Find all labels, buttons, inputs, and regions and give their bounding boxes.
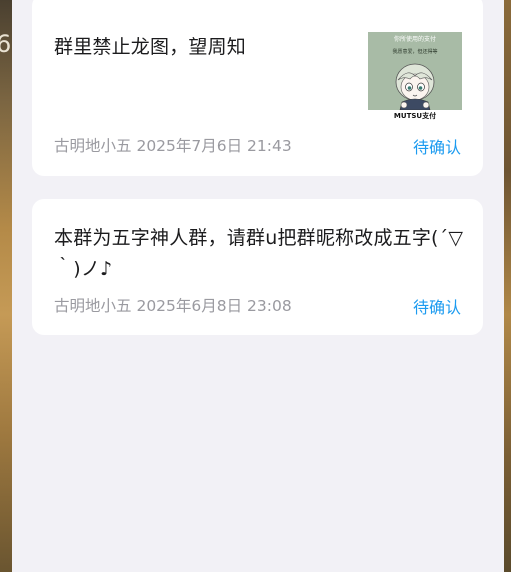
thumbnail-caption: MUTSU支付 — [393, 112, 437, 120]
announcement-card[interactable]: 本群为五字神人群，请群u把群昵称改成五字(´▽｀)ノ♪ 古明地小五 2025年6… — [32, 199, 483, 335]
announcement-meta: 古明地小五 2025年7月6日 21:43 — [54, 134, 292, 156]
announcement-author: 古明地小五 — [54, 137, 132, 155]
announcement-text: 群里禁止龙图，望周知 — [54, 36, 247, 58]
announcement-author: 古明地小五 — [54, 297, 132, 315]
character-illustration-icon — [395, 63, 435, 110]
announcement-card[interactable]: 群里禁止龙图，望周知 你所使用的支付 我愿意爱，但还得等 MUTSU支付 古明地… — [32, 0, 483, 176]
background-right-strip — [504, 0, 511, 572]
announcement-panel: 群里禁止龙图，望周知 你所使用的支付 我愿意爱，但还得等 MUTSU支付 古明地… — [12, 0, 504, 572]
announcement-text: 本群为五字神人群，请群u把群昵称改成五字(´▽｀)ノ♪ — [54, 227, 464, 280]
announcement-datetime: 2025年6月8日 23:08 — [136, 297, 292, 315]
background-left-strip — [0, 0, 12, 572]
background-glyph: 6 — [0, 30, 12, 58]
announcement-thumbnail[interactable]: 你所使用的支付 我愿意爱，但还得等 MUTSU支付 — [367, 32, 463, 122]
thumbnail-image: 你所使用的支付 我愿意爱，但还得等 — [368, 32, 462, 110]
announcement-meta: 古明地小五 2025年6月8日 23:08 — [54, 294, 292, 316]
pending-confirm-button[interactable]: 待确认 — [413, 134, 461, 158]
pending-confirm-button[interactable]: 待确认 — [413, 294, 461, 318]
announcement-datetime: 2025年7月6日 21:43 — [136, 137, 292, 155]
